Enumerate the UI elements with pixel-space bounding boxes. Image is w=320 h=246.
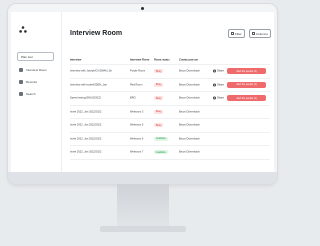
alert-people-button[interactable]: Alert the people (4) bbox=[227, 81, 266, 88]
status-badge: Available bbox=[154, 150, 168, 155]
sidebar-item-label: Search bbox=[26, 92, 36, 96]
sidebar: Plan tour Interview Room Recruits Search bbox=[11, 12, 62, 172]
table-row[interactable]: Interview with Joseph/CV/SMAN_Str Purple… bbox=[70, 65, 270, 79]
table-row[interactable]: Speed testing/SINUS/2022 BRO Busy Bruce … bbox=[70, 92, 270, 106]
room-name: Red Room bbox=[130, 83, 143, 87]
table-row[interactable]: Invite 2022, Jan 2022/2022 Webroom 7 Ava… bbox=[70, 146, 270, 160]
contact-person: Bruce Dünenbach bbox=[179, 150, 200, 154]
status-badge: Busy bbox=[154, 82, 164, 87]
table-row[interactable]: Invite 2022, Jan 2022/2022 Webroom 5 Bus… bbox=[70, 119, 270, 133]
filter-label: Filter bbox=[235, 31, 242, 36]
status-badge: Busy bbox=[154, 96, 164, 101]
interview-table: Interview Interview Room Room status Con… bbox=[70, 55, 270, 160]
interview-name: Invite 2022, Jan 2022/2022 bbox=[70, 123, 102, 127]
alert-people-button[interactable]: Alert the people (4) bbox=[227, 95, 266, 102]
interview-name: Invite 2022, Jan 2022/2022 bbox=[70, 110, 102, 114]
filter-icon bbox=[231, 32, 234, 35]
room-name: Purple Room bbox=[130, 69, 146, 73]
monitor-chin bbox=[8, 172, 277, 184]
columns-icon bbox=[252, 32, 255, 35]
contact-person: Bruce Dünenbach bbox=[179, 123, 200, 127]
share-button[interactable]: Share bbox=[213, 69, 224, 73]
share-label: Share bbox=[217, 96, 224, 100]
share-icon bbox=[213, 69, 216, 73]
status-badge: Busy bbox=[154, 109, 164, 114]
contact-person: Bruce Dünenbach bbox=[179, 137, 200, 141]
main-content: Interview Room Filter Columns Interview … bbox=[61, 12, 274, 172]
contact-person: Bruce Dünenbach bbox=[179, 110, 200, 114]
plan-tour-button[interactable]: Plan tour bbox=[17, 52, 54, 61]
column-header[interactable]: Interview Room bbox=[130, 58, 150, 61]
table-row[interactable]: Interview with Isobel/SDEN_Jari Red Room… bbox=[70, 79, 270, 92]
interview-name: Interview with Isobel/SDEN_Jari bbox=[70, 83, 107, 87]
room-name: Webroom 5 bbox=[130, 123, 144, 127]
sidebar-item-label: Interview Room bbox=[26, 68, 47, 72]
interview-name: Speed testing/SINUS/2022 bbox=[70, 96, 102, 100]
share-icon bbox=[213, 96, 216, 100]
share-button[interactable]: Share bbox=[213, 83, 224, 87]
search-icon bbox=[19, 92, 23, 96]
share-button[interactable]: Share bbox=[213, 96, 224, 100]
table-row[interactable]: Invite 2022, Jan 2022/2022 Webroom 6 Ava… bbox=[70, 133, 270, 146]
status-badge: Busy bbox=[154, 69, 164, 74]
interview-name: Invite 2022, Jan 2022/2022 bbox=[70, 137, 102, 141]
filter-button[interactable]: Filter bbox=[228, 29, 245, 38]
room-name: Webroom 7 bbox=[130, 150, 144, 154]
sidebar-item-search[interactable]: Search bbox=[19, 92, 36, 96]
columns-label: Columns bbox=[256, 31, 268, 36]
contact-person: Bruce Dünenbach bbox=[179, 96, 200, 100]
share-label: Share bbox=[217, 69, 224, 73]
interview-name: Invite 2022, Jan 2022/2022 bbox=[70, 150, 102, 154]
scene: Plan tour Interview Room Recruits Search… bbox=[0, 0, 285, 246]
share-label: Share bbox=[217, 83, 224, 87]
page-title: Interview Room bbox=[70, 30, 123, 37]
alert-people-button[interactable]: Alert the people (4) bbox=[227, 68, 266, 75]
room-name: Webroom 6 bbox=[130, 137, 144, 141]
status-badge: Busy bbox=[154, 123, 164, 128]
interview-name: Interview with Joseph/CV/SMAN_Str bbox=[70, 69, 113, 73]
contact-person: Bruce Dünenbach bbox=[179, 69, 200, 73]
sidebar-item-label: Recruits bbox=[26, 80, 38, 84]
column-header[interactable]: Interview bbox=[70, 58, 124, 61]
room-name: BRO bbox=[130, 96, 136, 100]
logo-icon bbox=[19, 26, 27, 33]
table-row[interactable]: Invite 2022, Jan 2022/2022 Webroom 3 Bus… bbox=[70, 106, 270, 119]
camera-dot bbox=[141, 7, 144, 10]
contact-person: Bruce Dünenbach bbox=[179, 83, 200, 87]
sidebar-item-interview-room[interactable]: Interview Room bbox=[19, 68, 47, 72]
sidebar-item-recruits[interactable]: Recruits bbox=[19, 80, 37, 84]
plan-tour-label: Plan tour bbox=[21, 54, 34, 59]
share-icon bbox=[213, 83, 216, 87]
room-name: Webroom 3 bbox=[130, 110, 144, 114]
monitor-stand bbox=[117, 184, 169, 228]
grid-icon bbox=[19, 68, 23, 72]
columns-button[interactable]: Columns bbox=[249, 29, 271, 38]
status-badge: Available bbox=[154, 136, 168, 141]
table-header: Interview Interview Room Room status Con… bbox=[70, 55, 270, 65]
monitor-base bbox=[100, 226, 186, 232]
users-icon bbox=[19, 80, 23, 84]
column-header[interactable]: Room status bbox=[154, 58, 174, 61]
column-header[interactable]: Contact person bbox=[179, 58, 209, 61]
app-screen: Plan tour Interview Room Recruits Search… bbox=[11, 12, 274, 172]
